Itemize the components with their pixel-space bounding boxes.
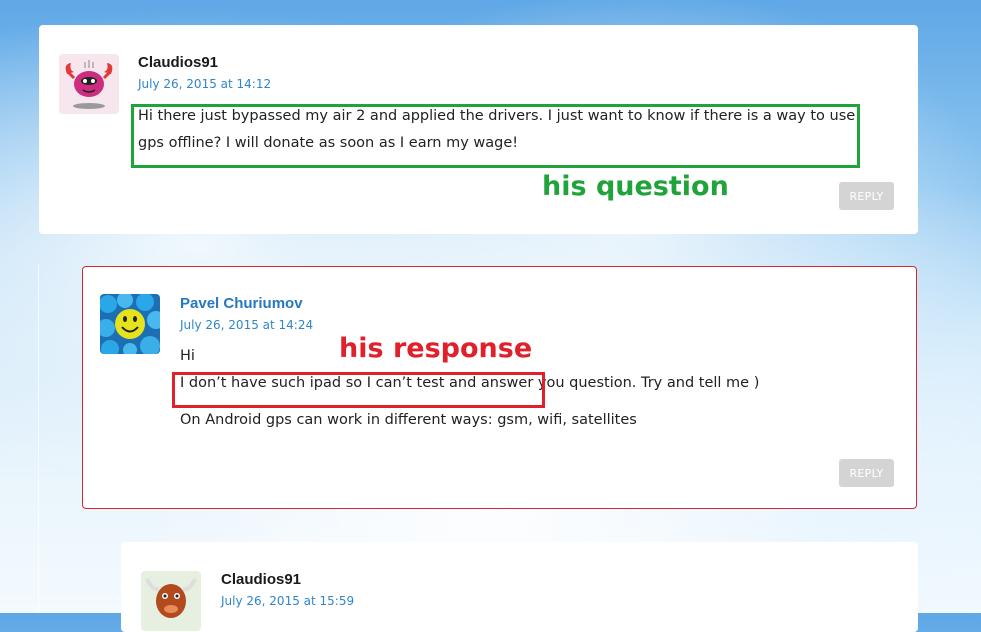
comment-card: Claudios91 July 26, 2015 at 15:59 xyxy=(121,542,918,632)
comment-text-line: On Android gps can work in different way… xyxy=(180,412,637,428)
comment-author: Claudios91 xyxy=(221,571,302,588)
comment-date-link[interactable]: July 26, 2015 at 14:24 xyxy=(180,318,313,332)
comment-author: Claudios91 xyxy=(138,54,219,71)
crab-monster-avatar-icon[interactable] xyxy=(59,54,119,114)
comment-date-link[interactable]: July 26, 2015 at 15:59 xyxy=(221,594,354,608)
response-highlight-box xyxy=(172,372,545,408)
reply-button[interactable]: REPLY xyxy=(839,459,894,487)
comment-date-link[interactable]: July 26, 2015 at 14:12 xyxy=(138,77,271,91)
comment-author-link[interactable]: Pavel Churiumov xyxy=(180,295,303,312)
bull-avatar-icon[interactable] xyxy=(141,571,201,631)
smiley-balls-avatar-icon[interactable] xyxy=(100,294,160,354)
reply-button[interactable]: REPLY xyxy=(839,182,894,210)
question-annotation-label: his question xyxy=(542,171,729,202)
question-highlight-box xyxy=(131,104,860,168)
response-annotation-label: his response xyxy=(339,333,533,364)
thread-indent-line xyxy=(38,264,39,613)
